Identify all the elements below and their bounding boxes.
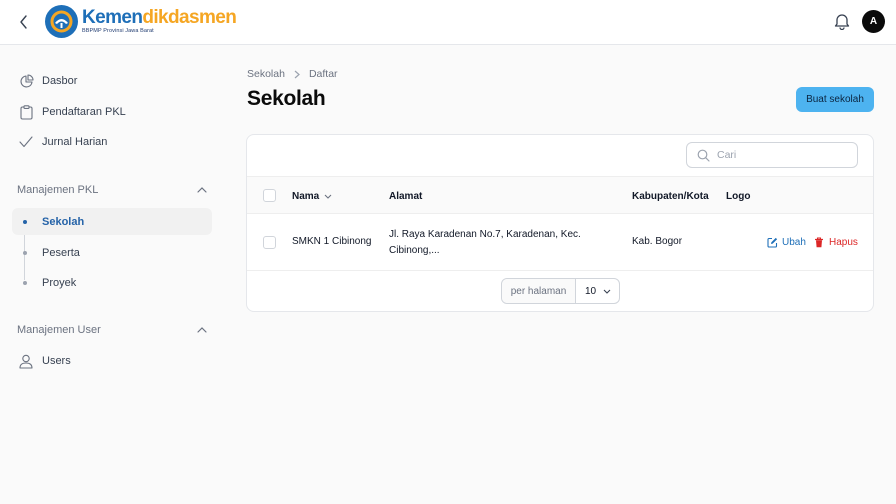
sidebar-item-label: Users	[42, 355, 71, 367]
brand-subtitle: BBPMP Provinsi Jawa Barat	[82, 28, 154, 35]
sidebar-item-label: Dasbor	[42, 75, 78, 87]
sidebar-item-users[interactable]: Users	[12, 347, 212, 375]
cell-nama: SMKN 1 Cibinong	[292, 236, 372, 247]
sidebar-item-proyek[interactable]: Proyek	[12, 269, 212, 296]
chevron-up-icon	[197, 327, 207, 333]
sidebar-item-dasbor[interactable]: Dasbor	[12, 67, 212, 95]
bullet-icon	[23, 219, 27, 224]
breadcrumb-item[interactable]: Sekolah	[247, 68, 285, 80]
breadcrumb-item[interactable]: Daftar	[309, 68, 338, 80]
page-title: Sekolah	[247, 87, 326, 110]
cell-alamat: Jl. Raya Karadenan No.7, Karadenan, Kec.…	[389, 229, 581, 256]
logo-emblem	[45, 5, 78, 38]
edit-icon	[767, 237, 778, 248]
avatar[interactable]: A	[862, 10, 885, 33]
check-icon	[18, 134, 34, 150]
back-button[interactable]	[14, 12, 34, 32]
table-header: Nama Alamat Kabupaten/Kota Logo	[247, 176, 873, 215]
sidebar-item-label: Sekolah	[42, 215, 85, 228]
per-page-select[interactable]: 10	[576, 286, 619, 297]
pagination-per-page: per halaman 10	[501, 278, 620, 304]
search-icon	[697, 149, 710, 162]
cell-kabupaten: Kab. Bogor	[632, 236, 683, 247]
section-label: Manajemen User	[17, 324, 101, 336]
trash-icon	[814, 237, 825, 248]
bullet-icon	[23, 280, 27, 285]
chevron-up-icon	[197, 187, 207, 193]
sidebar-item-jurnal-harian[interactable]: Jurnal Harian	[12, 128, 212, 156]
brand-logo[interactable]: Kemendikdasmen BBPMP Provinsi Jawa Barat	[45, 5, 237, 38]
row-checkbox[interactable]	[263, 236, 276, 249]
table-card: Nama Alamat Kabupaten/Kota Logo SMKN 1 C…	[246, 134, 874, 312]
column-alamat: Alamat	[389, 190, 423, 202]
sidebar-item-pendaftaran-pkl[interactable]: Pendaftaran PKL	[12, 98, 212, 126]
sidebar-item-label: Peserta	[42, 246, 80, 259]
pie-chart-icon	[18, 73, 34, 89]
search-box[interactable]	[686, 142, 858, 168]
brand-name: Kemendikdasmen	[82, 7, 237, 29]
chevron-right-icon	[294, 70, 300, 78]
notifications-button[interactable]	[834, 12, 852, 32]
select-all-checkbox[interactable]	[263, 189, 276, 202]
sidebar-item-peserta[interactable]: Peserta	[12, 239, 212, 266]
clipboard-icon	[18, 104, 34, 120]
sidebar-item-label: Proyek	[42, 276, 77, 289]
section-label: Manajemen PKL	[17, 184, 99, 196]
column-nama[interactable]: Nama	[292, 177, 332, 215]
chevron-down-icon	[603, 289, 611, 294]
column-kabupaten-kota: Kabupaten/Kota	[632, 190, 709, 202]
sidebar-item-label: Pendaftaran PKL	[42, 106, 126, 118]
user-icon	[18, 353, 34, 369]
bell-icon	[834, 14, 850, 31]
per-page-label: per halaman	[502, 279, 576, 303]
chevron-left-icon	[20, 15, 27, 29]
table-row: SMKN 1 Cibinong Jl. Raya Karadenan No.7,…	[247, 214, 873, 271]
column-logo: Logo	[726, 190, 751, 202]
sidebar-item-sekolah[interactable]: Sekolah	[12, 208, 212, 235]
section-manajemen-user[interactable]: Manajemen User	[17, 321, 207, 339]
top-bar: Kemendikdasmen BBPMP Provinsi Jawa Barat…	[0, 0, 896, 45]
section-manajemen-pkl[interactable]: Manajemen PKL	[17, 181, 207, 199]
edit-button[interactable]: Ubah	[767, 214, 806, 271]
delete-button[interactable]: Hapus	[814, 214, 858, 271]
per-page-value: 10	[585, 285, 597, 297]
bullet-icon	[23, 250, 27, 255]
sidebar-item-label: Jurnal Harian	[42, 136, 108, 148]
create-school-button[interactable]: Buat sekolah	[796, 87, 874, 112]
breadcrumb: Sekolah Daftar	[247, 68, 338, 80]
chevron-down-icon	[324, 194, 332, 199]
search-input[interactable]	[717, 149, 847, 161]
